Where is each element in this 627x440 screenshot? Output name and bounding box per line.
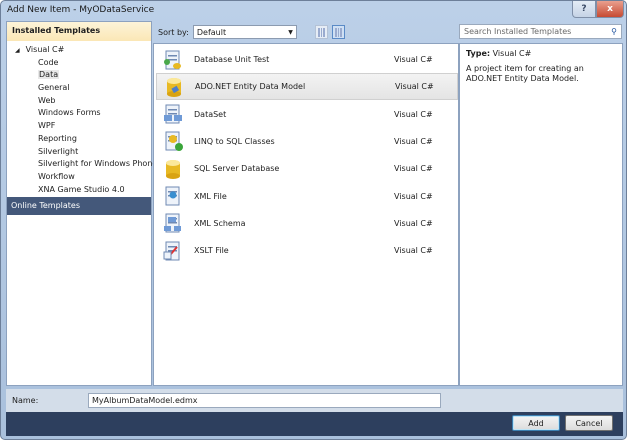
xml-schema-icon [162, 212, 184, 234]
template-item[interactable]: SQL Server Database Visual C# [156, 155, 458, 182]
tree-item-label: General [38, 83, 70, 93]
tree-item-label: Reporting [38, 133, 77, 143]
cancel-button[interactable]: Cancel [565, 415, 613, 431]
name-row: Name: MyAlbumDataModel.edmx [6, 389, 623, 412]
tree-item-windows-forms[interactable]: Windows Forms [7, 107, 151, 120]
tree-item-code[interactable]: Code [7, 57, 151, 70]
search-input[interactable]: Search Installed Templates ⚲ [459, 24, 622, 39]
search-placeholder: Search Installed Templates [464, 27, 572, 36]
template-item[interactable]: XML File Visual C# [156, 183, 458, 210]
online-templates-header[interactable]: Online Templates [7, 197, 151, 215]
template-language: Visual C# [394, 164, 433, 174]
template-language: Visual C# [395, 82, 434, 92]
close-button[interactable]: x [596, 1, 624, 18]
tree-item-label: Workflow [38, 171, 75, 181]
add-new-item-dialog: Add New Item - MyODataService ? x Instal… [0, 0, 627, 440]
tree-item-silverlight[interactable]: Silverlight [7, 146, 151, 159]
template-language: Visual C# [394, 246, 433, 256]
template-item[interactable]: XML Schema Visual C# [156, 210, 458, 237]
template-name: LINQ to SQL Classes [194, 136, 275, 146]
tree-item-label: Web [38, 95, 56, 105]
entity-model-icon [163, 76, 185, 98]
tree-item-label: Data [38, 70, 60, 80]
tree-item-general[interactable]: General [7, 82, 151, 95]
tree-item-label: Silverlight [38, 146, 79, 156]
template-language: Visual C# [394, 218, 433, 228]
tree-item-label: Visual C# [25, 45, 65, 54]
dataset-icon [162, 103, 184, 125]
tree-item-label: Code [38, 57, 59, 67]
sort-dropdown[interactable]: Default ▼ [192, 25, 297, 39]
template-name: DataSet [194, 109, 227, 119]
xslt-file-icon [162, 240, 184, 262]
tree-item-reporting[interactable]: Reporting [7, 133, 151, 146]
details-panel: Type: Visual C# A project item for creat… [459, 43, 623, 386]
template-list: Database Unit Test Visual C# ADO.NET Entit… [153, 43, 459, 386]
template-name: SQL Server Database [194, 164, 280, 174]
template-name: XSLT File [194, 246, 229, 256]
database-icon [162, 158, 184, 180]
name-label: Name: [12, 396, 39, 405]
chevron-down-icon: ▼ [288, 28, 293, 36]
template-item[interactable]: Database Unit Test Visual C# [156, 46, 458, 73]
tree-item-workflow[interactable]: Workflow [7, 171, 151, 184]
tree-item-label: Windows Forms [38, 108, 101, 118]
type-value: Visual C# [492, 49, 532, 58]
tree-item-silverlight-for-windows-phone[interactable]: Silverlight for Windows Phone [7, 158, 157, 171]
name-input[interactable]: MyAlbumDataModel.edmx [88, 393, 441, 408]
template-name: XML File [194, 191, 227, 201]
tree-item-visual-csharp[interactable]: ◢ Visual C# [7, 44, 151, 57]
template-categories-panel: Installed Templates ◢ Visual C# Code Data G… [6, 21, 157, 386]
template-name: Database Unit Test [194, 55, 270, 64]
add-button[interactable]: Add [512, 415, 560, 431]
window-title: Add New Item - MyODataService [7, 5, 155, 15]
medium-icons-view-button[interactable] [331, 25, 345, 39]
template-description: A project item for creating an ADO.NET E… [466, 64, 584, 83]
xml-file-icon [162, 185, 184, 207]
sort-value: Default [196, 27, 227, 37]
tree-item-xna-game-studio-4-0[interactable]: XNA Game Studio 4.0 [7, 184, 151, 197]
template-language: Visual C# [394, 136, 433, 146]
tree-item-data[interactable]: Data [7, 69, 151, 82]
template-name: XML Schema [194, 218, 246, 228]
tree-item-wpf[interactable]: WPF [7, 120, 151, 133]
template-language: Visual C# [394, 191, 433, 201]
tree-item-label: Silverlight for Windows Phone [38, 159, 158, 169]
help-button[interactable]: ? [572, 1, 596, 18]
category-tree: ◢ Visual C# Code Data General Web Windows For… [7, 41, 157, 197]
search-icon[interactable]: ⚲ [611, 27, 617, 36]
template-item[interactable]: XSLT File Visual C# [156, 237, 458, 264]
template-name: ADO.NET Entity Data Model [195, 82, 306, 92]
tree-item-web[interactable]: Web [7, 95, 151, 108]
template-language: Visual C# [394, 109, 433, 119]
template-item[interactable]: LINQ to SQL Classes Visual C# [156, 128, 458, 155]
tree-item-label: WPF [38, 121, 56, 131]
template-item[interactable]: DataSet Visual C# [156, 101, 458, 128]
small-icons-view-button[interactable] [314, 25, 328, 39]
button-bar: Add Cancel [6, 412, 623, 436]
expand-triangle-icon[interactable]: ◢ [15, 47, 20, 54]
sort-label: Sort by: [158, 27, 189, 37]
database-unit-test-icon [162, 49, 184, 71]
type-label: Type: [466, 49, 491, 58]
template-language: Visual C# [394, 55, 433, 64]
installed-templates-header[interactable]: Installed Templates [7, 22, 151, 41]
toolbar: Sort by: Default ▼ [153, 21, 459, 43]
tree-item-label: XNA Game Studio 4.0 [38, 184, 125, 194]
template-item[interactable]: ADO.NET Entity Data Model Visual C# [156, 73, 458, 101]
linq-icon [162, 130, 184, 152]
